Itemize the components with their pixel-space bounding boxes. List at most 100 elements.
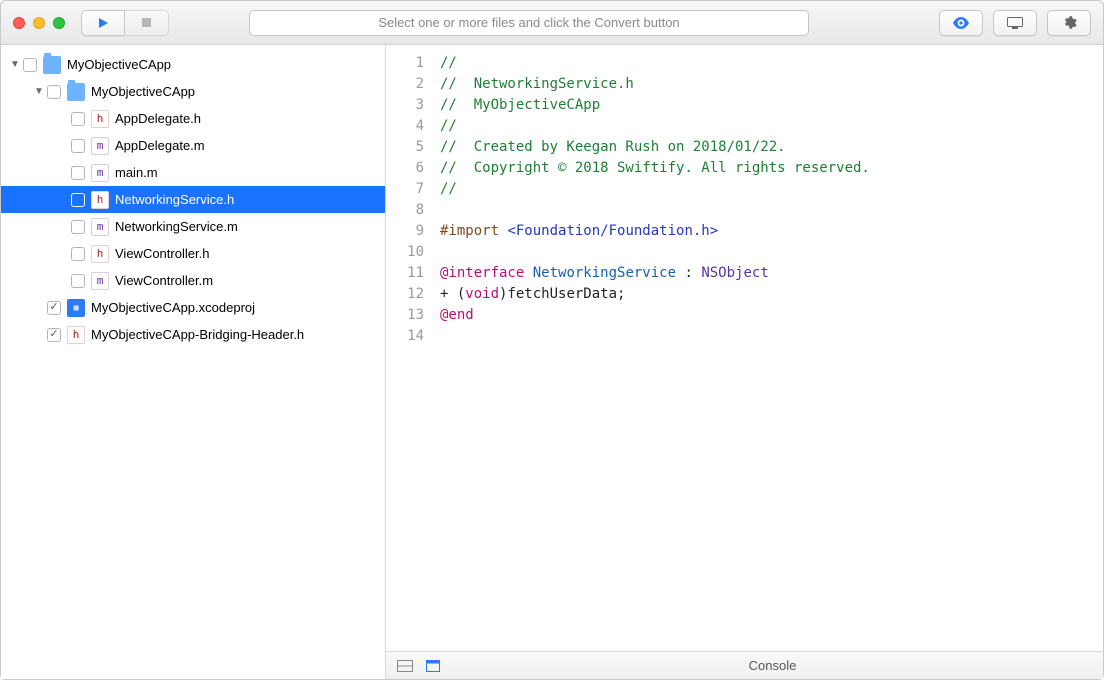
file-checkbox[interactable] bbox=[71, 274, 85, 288]
file-label: AppDelegate.m bbox=[115, 138, 205, 153]
file-checkbox[interactable] bbox=[47, 328, 61, 342]
file-label: NetworkingService.h bbox=[115, 192, 234, 207]
minimize-window-button[interactable] bbox=[33, 17, 45, 29]
file-checkbox[interactable] bbox=[71, 139, 85, 153]
stop-button[interactable] bbox=[125, 10, 169, 36]
hint-field[interactable]: Select one or more files and click the C… bbox=[249, 10, 809, 36]
preview-button[interactable] bbox=[939, 10, 983, 36]
eye-icon bbox=[952, 17, 970, 29]
code-line[interactable]: // Copyright © 2018 Swiftify. All rights… bbox=[440, 158, 1103, 179]
variables-view-icon[interactable] bbox=[396, 659, 414, 673]
settings-button[interactable] bbox=[1047, 10, 1091, 36]
panel-button[interactable] bbox=[993, 10, 1037, 36]
file-checkbox[interactable] bbox=[71, 166, 85, 180]
code-line[interactable]: @end bbox=[440, 305, 1103, 326]
line-number: 4 bbox=[386, 116, 424, 137]
code-line[interactable]: // MyObjectiveCApp bbox=[440, 95, 1103, 116]
disclosure-triangle-icon[interactable]: ▼ bbox=[33, 86, 45, 97]
right-toolbar bbox=[939, 10, 1091, 36]
folder-icon bbox=[67, 83, 85, 101]
console-label: Console bbox=[749, 658, 797, 673]
console-bar: Console bbox=[386, 651, 1103, 679]
xcodeproj-icon: ▦ bbox=[67, 299, 85, 317]
line-number: 2 bbox=[386, 74, 424, 95]
file-row[interactable]: m NetworkingService.m bbox=[1, 213, 385, 240]
file-checkbox[interactable] bbox=[71, 247, 85, 261]
file-checkbox[interactable] bbox=[23, 58, 37, 72]
line-number: 12 bbox=[386, 284, 424, 305]
code-line[interactable]: // bbox=[440, 179, 1103, 200]
editor-pane: 1234567891011121314 //// NetworkingServi… bbox=[386, 45, 1103, 679]
file-row[interactable]: h ViewController.h bbox=[1, 240, 385, 267]
play-icon bbox=[97, 17, 109, 29]
file-navigator[interactable]: ▼ MyObjectiveCApp ▼ MyObjectiveCApp h AppDele… bbox=[1, 45, 386, 679]
file-row[interactable]: mmain.m bbox=[1, 159, 385, 186]
file-label: ViewController.h bbox=[115, 246, 209, 261]
code-line[interactable]: @interface NetworkingService : NSObject bbox=[440, 263, 1103, 284]
line-number: 14 bbox=[386, 326, 424, 347]
code-line[interactable]: // bbox=[440, 53, 1103, 74]
file-label: MyObjectiveCApp.xcodeproj bbox=[91, 300, 255, 315]
file-checkbox[interactable] bbox=[47, 301, 61, 315]
h-file-icon: h bbox=[91, 191, 109, 209]
line-number: 9 bbox=[386, 221, 424, 242]
line-number: 1 bbox=[386, 53, 424, 74]
screen-icon bbox=[1007, 17, 1023, 29]
file-checkbox[interactable] bbox=[71, 220, 85, 234]
code-line[interactable] bbox=[440, 200, 1103, 221]
folder-icon bbox=[43, 56, 61, 74]
code-content[interactable]: //// NetworkingService.h// MyObjectiveCA… bbox=[434, 45, 1103, 651]
file-checkbox[interactable] bbox=[71, 193, 85, 207]
line-gutter: 1234567891011121314 bbox=[386, 45, 434, 651]
file-label: AppDelegate.h bbox=[115, 111, 201, 126]
line-number: 13 bbox=[386, 305, 424, 326]
code-line[interactable]: // bbox=[440, 116, 1103, 137]
file-label: NetworkingService.m bbox=[115, 219, 238, 234]
m-file-icon: m bbox=[91, 137, 109, 155]
run-button[interactable] bbox=[81, 10, 125, 36]
h-file-icon: h bbox=[67, 326, 85, 344]
code-line[interactable] bbox=[440, 242, 1103, 263]
file-row[interactable]: ▦ MyObjectiveCApp.xcodeproj bbox=[1, 294, 385, 321]
zoom-window-button[interactable] bbox=[53, 17, 65, 29]
m-file-icon: m bbox=[91, 164, 109, 182]
line-number: 10 bbox=[386, 242, 424, 263]
line-number: 5 bbox=[386, 137, 424, 158]
h-file-icon: h bbox=[91, 110, 109, 128]
disclosure-triangle-icon[interactable]: ▼ bbox=[9, 59, 21, 70]
app-window: Select one or more files and click the C… bbox=[0, 0, 1104, 680]
toolbar: Select one or more files and click the C… bbox=[1, 1, 1103, 45]
m-file-icon: m bbox=[91, 272, 109, 290]
m-file-icon: m bbox=[91, 218, 109, 236]
code-editor[interactable]: 1234567891011121314 //// NetworkingServi… bbox=[386, 45, 1103, 651]
file-row[interactable]: h MyObjectiveCApp-Bridging-Header.h bbox=[1, 321, 385, 348]
line-number: 8 bbox=[386, 200, 424, 221]
code-line[interactable]: #import <Foundation/Foundation.h> bbox=[440, 221, 1103, 242]
line-number: 6 bbox=[386, 158, 424, 179]
window-controls bbox=[13, 17, 65, 29]
code-line[interactable] bbox=[440, 326, 1103, 347]
file-row[interactable]: h NetworkingService.h bbox=[1, 186, 385, 213]
console-view-icon[interactable] bbox=[424, 659, 442, 673]
file-row[interactable]: ▼ MyObjectiveCApp bbox=[1, 51, 385, 78]
file-row[interactable]: h AppDelegate.h bbox=[1, 105, 385, 132]
code-line[interactable]: + (void)fetchUserData; bbox=[440, 284, 1103, 305]
file-row[interactable]: ▼ MyObjectiveCApp bbox=[1, 78, 385, 105]
file-row[interactable]: m AppDelegate.m bbox=[1, 132, 385, 159]
line-number: 3 bbox=[386, 95, 424, 116]
file-label: MyObjectiveCApp bbox=[91, 84, 195, 99]
file-label: ViewController.m bbox=[115, 273, 213, 288]
line-number: 11 bbox=[386, 263, 424, 284]
run-stop-group bbox=[81, 10, 169, 36]
file-checkbox[interactable] bbox=[47, 85, 61, 99]
file-label: MyObjectiveCApp-Bridging-Header.h bbox=[91, 327, 304, 342]
h-file-icon: h bbox=[91, 245, 109, 263]
code-line[interactable]: // NetworkingService.h bbox=[440, 74, 1103, 95]
code-line[interactable]: // Created by Keegan Rush on 2018/01/22. bbox=[440, 137, 1103, 158]
gear-icon bbox=[1062, 15, 1077, 30]
file-checkbox[interactable] bbox=[71, 112, 85, 126]
body: ▼ MyObjectiveCApp ▼ MyObjectiveCApp h AppDele… bbox=[1, 45, 1103, 679]
file-label: MyObjectiveCApp bbox=[67, 57, 171, 72]
close-window-button[interactable] bbox=[13, 17, 25, 29]
file-row[interactable]: m ViewController.m bbox=[1, 267, 385, 294]
